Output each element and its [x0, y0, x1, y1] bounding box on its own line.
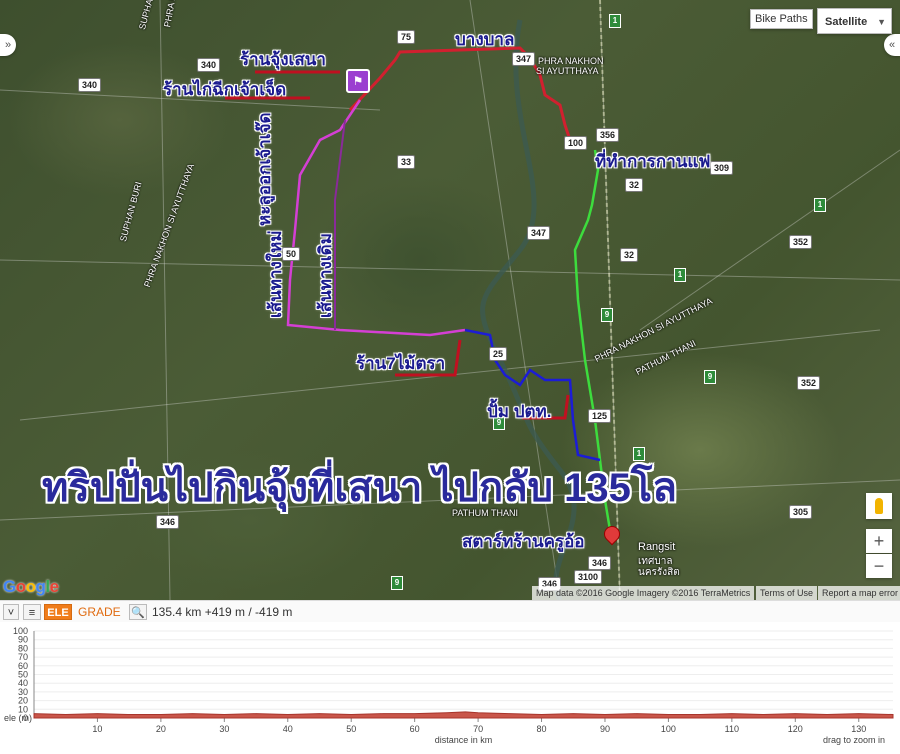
road-shield: 125: [588, 409, 612, 423]
x-tick-label: 80: [537, 724, 547, 734]
place-label: นครรังสิต: [638, 567, 680, 578]
highway-marker: 9: [391, 576, 403, 590]
elevation-toolbar: ˅ ≡ ELE GRADE 🔍 135.4 km +419 m / -419 m: [0, 600, 900, 623]
annotation-bang-ban: บางบาล: [455, 30, 515, 49]
road-shield: 352: [797, 376, 821, 390]
zoom-out-button[interactable]: −: [866, 554, 892, 578]
road-shield: 32: [625, 178, 644, 192]
route-blue: [464, 328, 601, 462]
annotation-new-route: เส้นทางใหม่: [266, 230, 285, 318]
place-label: SI AYUTTHAYA: [536, 66, 599, 76]
road-shield: 305: [789, 505, 813, 519]
trip-title-overlay: ทริปปั่นไปกินจุ้งที่เสนา ไปกลับ 135โล: [42, 466, 677, 510]
annotation-gas-station: ปั้ม ปตท.: [487, 402, 552, 421]
road-shield: 25: [489, 347, 508, 361]
route-summary: 135.4 km +419 m / -419 m: [152, 605, 293, 619]
map-type-value: Satellite: [825, 16, 868, 28]
highway-marker: 9: [704, 370, 716, 384]
chevron-down-icon[interactable]: ˅: [3, 604, 19, 620]
annotation-shop-chicken: ร้านไก่ฉีกเจ้าเจ็ด: [163, 80, 287, 99]
highway-marker: 9: [601, 308, 613, 322]
road-shield: 340: [78, 78, 102, 92]
road-shield: 346: [588, 556, 612, 570]
report-map-error-link[interactable]: Report a map error: [818, 586, 900, 600]
drag-zoom-hint: drag to zoom in: [823, 735, 885, 745]
y-axis-label: ele (m): [4, 713, 32, 723]
x-tick-label: 120: [788, 724, 803, 734]
list-icon[interactable]: ≡: [23, 604, 41, 620]
magnify-icon[interactable]: 🔍: [129, 604, 147, 620]
highway-marker: 1: [814, 198, 826, 212]
annotation-district-office: ที่ทำการกานแฟ: [595, 152, 711, 171]
x-tick-label: 100: [661, 724, 676, 734]
map-data-attribution: Map data ©2016 Google Imagery ©2016 Terr…: [532, 586, 755, 600]
road-shield: 309: [710, 161, 734, 175]
bike-paths-toggle[interactable]: Bike Paths: [750, 9, 813, 29]
annotation-turn-left: หะลูออกเจ้าเจ๊ด: [255, 112, 274, 226]
x-tick-label: 60: [410, 724, 420, 734]
zoom-in-button[interactable]: +: [866, 529, 892, 553]
map-view[interactable]: 340 340 75 347 356 100 309 32 33 347 32 …: [0, 0, 900, 600]
x-tick-label: 30: [219, 724, 229, 734]
road-shield: 356: [596, 128, 620, 142]
route-red: [348, 46, 572, 141]
elevation-area: [33, 711, 894, 719]
road-shield: 3100: [574, 570, 603, 584]
x-tick-label: 90: [600, 724, 610, 734]
x-tick-label: 20: [156, 724, 166, 734]
google-logo: Google: [3, 577, 59, 596]
annotation-shop-7-mai: ร้าน7ไม้ตรา: [356, 354, 446, 373]
road-shield: 33: [397, 155, 416, 169]
street-view-pegman-icon[interactable]: [866, 493, 892, 519]
road-shield: 347: [527, 226, 551, 240]
road-shield: 352: [789, 235, 813, 249]
x-tick-label: 130: [851, 724, 866, 734]
highway-marker: 1: [674, 268, 686, 282]
map-type-select[interactable]: Satellite ▼: [817, 8, 892, 34]
x-tick-label: 70: [473, 724, 483, 734]
grade-tab[interactable]: GRADE: [78, 604, 121, 620]
highway-marker: 1: [609, 14, 621, 28]
x-tick-label: 10: [92, 724, 102, 734]
road-shield: 340: [197, 58, 221, 72]
road-shield: 75: [397, 30, 416, 44]
terms-of-use-link[interactable]: Terms of Use: [756, 586, 818, 600]
caret-down-icon: ▼: [877, 17, 886, 27]
elevation-chart[interactable]: 100 90 80 70 60 50 40 30 20 10 0 10 20 30 40 50 60 70 80 90…: [0, 622, 900, 749]
x-tick-label: 40: [283, 724, 293, 734]
annotation-start-shop: สตาร์ทร้านครูอ้อ: [462, 532, 585, 551]
finish-flag-icon[interactable]: ⚑: [346, 69, 370, 93]
elevation-chart-svg: 100908070605040302010010 20 30 40 50 60 70 80 90…: [4, 626, 894, 745]
road-shield: 347: [512, 52, 536, 66]
annotation-shop-jung-sena: ร้านจุ้งเสนา: [240, 50, 326, 69]
place-label: PHRA NAKHON: [538, 56, 604, 66]
ele-tab[interactable]: ELE: [44, 604, 72, 620]
annotation-old-route: เส้นทางเดิม: [316, 233, 335, 318]
expand-right-panel-button[interactable]: «: [884, 34, 900, 56]
x-tick-label: 50: [346, 724, 356, 734]
road-shield: 100: [564, 136, 588, 150]
x-tick-label: 110: [725, 724, 739, 734]
x-axis-label: distance in km: [435, 735, 493, 745]
place-label: Rangsit: [638, 541, 676, 553]
road-shield: 32: [620, 248, 639, 262]
